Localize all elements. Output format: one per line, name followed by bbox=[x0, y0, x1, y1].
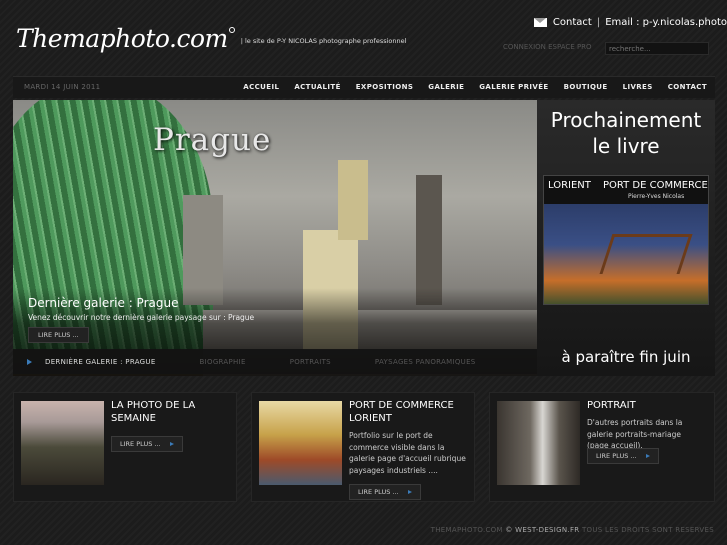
nav-menu: ACCUEIL ACTUALITÉ EXPOSITIONS GALERIE GA… bbox=[228, 83, 707, 91]
card-portrait-image[interactable] bbox=[497, 401, 580, 485]
card-port-commerce-read-more[interactable]: LIRE PLUS ... bbox=[349, 484, 421, 500]
hero-tab-portraits[interactable]: PORTRAITS bbox=[290, 358, 331, 366]
logo-text: Themaphoto.com bbox=[16, 24, 228, 53]
contact-bar: Contact | Email : p-y.nicolas.photo bbox=[533, 17, 727, 28]
upcoming-book-panel[interactable]: Prochainement le livre LORIENT PORT DE C… bbox=[537, 100, 715, 376]
nav-item-galerie-privee[interactable]: GALERIE PRIVÉE bbox=[479, 83, 548, 91]
card-photo-semaine-title: LA PHOTO DE LA SEMAINE bbox=[111, 400, 231, 425]
site-footer: THEMAPHOTO.COM © WEST-DESIGN.FR TOUS LES… bbox=[431, 526, 714, 534]
pro-login-link[interactable]: CONNEXION ESPACE PRO bbox=[503, 43, 592, 51]
search-input[interactable] bbox=[605, 42, 709, 55]
card-photo-semaine-image[interactable] bbox=[21, 401, 104, 485]
card-photo-semaine: LA PHOTO DE LA SEMAINE LIRE PLUS ... bbox=[13, 392, 237, 502]
hero-caption-title: Dernière galerie : Prague bbox=[28, 296, 179, 310]
book-release-note: à paraître fin juin bbox=[561, 348, 691, 366]
crane-shape bbox=[599, 234, 693, 274]
nav-item-galerie[interactable]: GALERIE bbox=[428, 83, 464, 91]
book-cover-author: Pierre-Yves Nicolas bbox=[628, 193, 685, 200]
email-link[interactable]: Email : p-y.nicolas.photo bbox=[605, 17, 727, 28]
card-port-commerce-title: PORT DE COMMERCE LORIENT bbox=[349, 400, 469, 425]
hero-city-title: Prague bbox=[153, 122, 272, 158]
book-cover-title-1: LORIENT bbox=[548, 180, 591, 191]
card-portrait-read-more[interactable]: LIRE PLUS ... bbox=[587, 448, 659, 464]
hero-read-more-button[interactable]: LIRE PLUS ... bbox=[28, 327, 89, 343]
play-arrow-icon bbox=[645, 454, 650, 458]
card-2-button-label: LIRE PLUS ... bbox=[358, 488, 399, 496]
nav-item-accueil[interactable]: ACCUEIL bbox=[243, 83, 279, 91]
hero-tab-bar: DERNIÈRE GALERIE : PRAGUE BIOGRAPHIE POR… bbox=[13, 349, 537, 374]
hero-tab-biographie[interactable]: BIOGRAPHIE bbox=[200, 358, 246, 366]
book-cover[interactable]: LORIENT PORT DE COMMERCE Pierre-Yves Nic… bbox=[543, 175, 709, 305]
nav-item-livres[interactable]: LIVRES bbox=[623, 83, 653, 91]
site-logo[interactable]: Themaphoto.com | le site de P-Y NICOLAS … bbox=[16, 26, 406, 51]
book-cover-title-2: PORT DE COMMERCE bbox=[603, 180, 708, 191]
footer-site-name[interactable]: THEMAPHOTO.COM bbox=[431, 526, 503, 534]
contact-link[interactable]: Contact bbox=[553, 17, 592, 28]
hero-tab-derniere-galerie[interactable]: DERNIÈRE GALERIE : PRAGUE bbox=[45, 358, 156, 366]
play-arrow-icon bbox=[169, 442, 174, 446]
current-date: MARDI 14 JUIN 2011 bbox=[24, 83, 101, 91]
card-photo-semaine-read-more[interactable]: LIRE PLUS ... bbox=[111, 436, 183, 452]
book-headline-line-2: le livre bbox=[592, 134, 660, 158]
card-1-title-line-2: SEMAINE bbox=[111, 412, 156, 424]
footer-designer-link[interactable]: © WEST-DESIGN.FR bbox=[505, 526, 579, 534]
hero-slideshow[interactable]: Prague Dernière galerie : Prague Venez d… bbox=[13, 100, 537, 376]
card-port-commerce-image[interactable] bbox=[259, 401, 342, 485]
card-1-button-label: LIRE PLUS ... bbox=[120, 440, 161, 448]
logo-tagline: | le site de P-Y NICOLAS photographe pro… bbox=[240, 37, 407, 45]
play-arrow-icon bbox=[407, 490, 412, 494]
envelope-icon bbox=[533, 18, 547, 27]
hero-tower-top-shape bbox=[338, 160, 368, 240]
nav-item-contact[interactable]: CONTACT bbox=[668, 83, 707, 91]
card-2-title-line-1: PORT DE COMMERCE bbox=[349, 400, 454, 411]
active-tab-arrow-icon bbox=[27, 358, 32, 365]
book-cover-photo bbox=[544, 204, 708, 304]
hero-tab-paysages[interactable]: PAYSAGES PANORAMIQUES bbox=[375, 358, 476, 366]
copyright-circle-icon bbox=[228, 27, 235, 33]
card-port-commerce-description: Portfolio sur le port de commerce visibl… bbox=[349, 431, 466, 475]
separator: | bbox=[596, 17, 601, 28]
card-3-button-label: LIRE PLUS ... bbox=[596, 452, 637, 460]
book-headline-line-1: Prochainement bbox=[550, 108, 702, 132]
card-port-commerce: PORT DE COMMERCE LORIENT Portfolio sur l… bbox=[251, 392, 475, 502]
card-portrait-title: PORTRAIT bbox=[587, 400, 636, 411]
card-portrait: PORTRAIT D'autres portraits dans la gale… bbox=[489, 392, 715, 502]
book-headline: Prochainement le livre bbox=[537, 107, 715, 159]
card-1-title-line-1: LA PHOTO DE LA bbox=[111, 400, 196, 411]
main-navbar: MARDI 14 JUIN 2011 ACCUEIL ACTUALITÉ EXP… bbox=[13, 76, 715, 98]
nav-item-expositions[interactable]: EXPOSITIONS bbox=[356, 83, 414, 91]
card-portrait-description: D'autres portraits dans la galerie portr… bbox=[587, 418, 683, 451]
card-2-title-line-2: LORIENT bbox=[349, 412, 392, 424]
hero-dark-tower-shape bbox=[416, 175, 442, 305]
nav-item-actualite[interactable]: ACTUALITÉ bbox=[294, 83, 340, 91]
footer-rights: TOUS LES DROITS SONT RESERVES bbox=[581, 526, 714, 534]
nav-item-boutique[interactable]: BOUTIQUE bbox=[564, 83, 608, 91]
hero-caption-description: Venez découvrir notre dernière galerie p… bbox=[28, 313, 255, 322]
